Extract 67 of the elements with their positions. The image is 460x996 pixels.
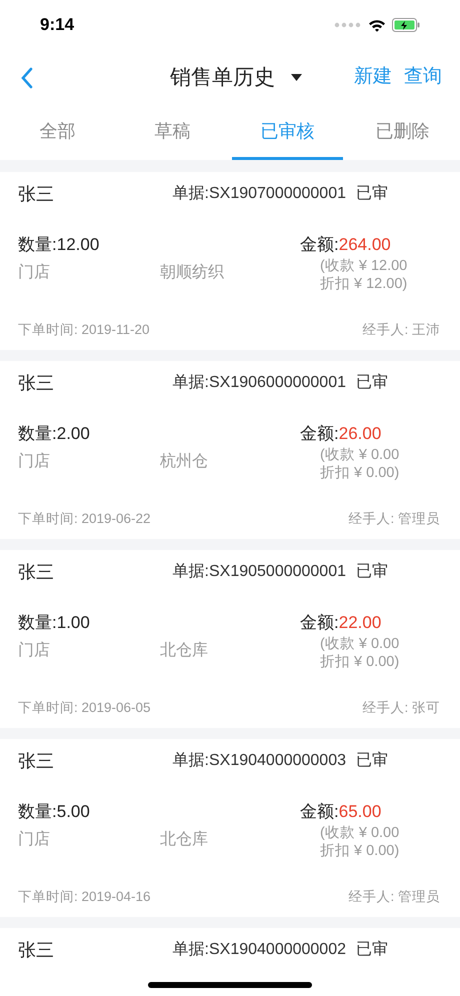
- amount-value: 22.00: [338, 612, 382, 634]
- status-label: 已审: [356, 372, 388, 393]
- status-label: 已审: [356, 750, 388, 771]
- document-number: 单据:SX1906000000001: [172, 373, 346, 393]
- handler-name: 经手人: 管理员: [348, 510, 440, 528]
- battery-icon: [392, 18, 420, 32]
- order-date: 下单时间: 2019-06-22: [18, 510, 151, 528]
- amount-label: 金额:: [300, 423, 339, 446]
- customer-name: 张三: [18, 938, 54, 962]
- customer-name: 张三: [18, 560, 54, 584]
- quantity-label: 数量:: [18, 612, 57, 634]
- quantity-label: 数量:: [18, 423, 57, 446]
- customer-name: 张三: [18, 750, 54, 772]
- order-date: 下单时间: 2019-06-05: [18, 698, 151, 717]
- customer-name: 张三: [18, 182, 54, 206]
- signal-icon: [334, 22, 362, 28]
- amount-value: 65.00: [338, 801, 382, 824]
- quantity-value: 5.00: [56, 801, 90, 824]
- discount-amount: 折扣 ¥ 0.00): [319, 842, 400, 860]
- status-label: 已审: [356, 562, 388, 582]
- order-card[interactable]: 张三 单据:SX1905000000001 已审 数量:1.00 门店 北仓库 金额:22.00 (收款 ¥ 0.00 折扣 ¥ 0.00) 下单时间: 2019-06-05 经手人: 张可: [0, 550, 460, 728]
- document-number: 单据:SX1904000000003: [172, 751, 346, 771]
- amount-value: 26.00: [338, 423, 382, 446]
- quantity-value: 1.00: [56, 612, 90, 634]
- handler-name: 经手人: 王沛: [362, 320, 440, 339]
- amount-label: 金额:: [300, 612, 339, 634]
- status-time: 9:14: [40, 14, 74, 36]
- quantity-label: 数量:: [18, 234, 57, 256]
- page-title[interactable]: 销售单历史: [170, 62, 275, 94]
- handler-name: 经手人: 管理员: [348, 888, 440, 906]
- quantity-value: 12.00: [56, 234, 100, 256]
- document-number: 单据:SX1904000000002: [172, 940, 346, 960]
- order-card[interactable]: 张三 单据:SX1904000000003 已审 数量:5.00 门店 北仓库 金额:65.00 (收款 ¥ 0.00 折扣 ¥ 0.00) 下单时间: 2019-04-16 经手人: 管理员: [0, 739, 460, 917]
- quantity-value: 2.00: [56, 423, 90, 446]
- store-label: 门店: [18, 452, 51, 472]
- discount-amount: 折扣 ¥ 0.00): [319, 464, 400, 482]
- store-label: 门店: [18, 262, 51, 283]
- received-amount: (收款 ¥ 0.00: [319, 446, 400, 464]
- quantity-label: 数量:: [18, 801, 57, 824]
- warehouse-name: 北仓库: [160, 830, 208, 850]
- amount-label: 金额:: [300, 234, 339, 256]
- document-number: 单据:SX1907000000001: [172, 184, 346, 204]
- status-label: 已审: [356, 940, 388, 960]
- handler-name: 经手人: 张可: [362, 698, 440, 717]
- order-date: 下单时间: 2019-11-20: [18, 320, 150, 339]
- amount-value: 264.00: [338, 234, 391, 256]
- document-number: 单据:SX1905000000001: [172, 562, 346, 582]
- discount-amount: 折扣 ¥ 0.00): [319, 653, 400, 671]
- back-icon[interactable]: [20, 66, 34, 88]
- status-label: 已审: [356, 184, 388, 204]
- order-card[interactable]: 张三 单据:SX1904000000002 已审: [0, 928, 460, 996]
- order-card[interactable]: 张三 单据:SX1906000000001 已审 数量:2.00 门店 杭州仓 金额:26.00 (收款 ¥ 0.00 折扣 ¥ 0.00) 下单时间: 2019-06-22 经手人: 管理员: [0, 361, 460, 539]
- amount-label: 金额:: [300, 801, 339, 824]
- store-label: 门店: [18, 830, 51, 850]
- warehouse-name: 朝顺纺织: [160, 262, 224, 283]
- received-amount: (收款 ¥ 12.00: [319, 257, 408, 275]
- warehouse-name: 杭州仓: [160, 452, 208, 472]
- dropdown-icon[interactable]: [291, 74, 302, 81]
- warehouse-name: 北仓库: [160, 640, 208, 661]
- discount-amount: 折扣 ¥ 12.00): [319, 275, 408, 293]
- order-card[interactable]: 张三 单据:SX1907000000001 已审 数量:12.00 门店 朝顺纺织 金额:264.00 (收款 ¥ 12.00 折扣 ¥ 12.00) 下单时间: 2019-11-20 经手人: 王沛: [0, 172, 460, 350]
- order-date: 下单时间: 2019-04-16: [18, 888, 151, 906]
- store-label: 门店: [18, 640, 51, 661]
- wifi-icon: [368, 18, 386, 32]
- customer-name: 张三: [18, 372, 54, 394]
- received-amount: (收款 ¥ 0.00: [319, 824, 400, 842]
- received-amount: (收款 ¥ 0.00: [319, 635, 400, 653]
